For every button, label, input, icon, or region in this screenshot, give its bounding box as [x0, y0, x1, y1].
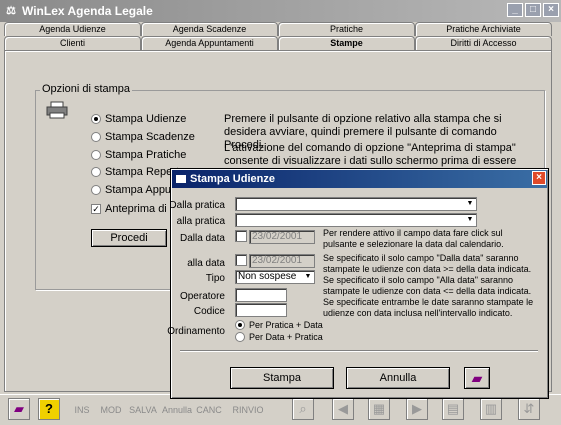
option-label: Stampa Udienze — [105, 113, 187, 125]
dalla-pratica-select[interactable]: ▼ — [235, 197, 477, 211]
annulla-button[interactable]: Annulla — [346, 367, 450, 389]
annulla-toolbar-button[interactable]: Annulla — [162, 400, 192, 420]
option-stampa-appuntamenti[interactable]: Stampa Appunt — [91, 184, 180, 196]
book-open-icon[interactable]: ▤ — [442, 398, 464, 420]
tab-agenda-appuntamenti[interactable]: Agenda Appuntamenti — [141, 36, 278, 50]
description-2: L'attivazione del comando di opzione "An… — [224, 142, 517, 167]
search-icon[interactable]: ⌕ — [292, 398, 314, 420]
chevron-down-icon: ▼ — [466, 216, 474, 223]
chevron-down-icon: ▼ — [466, 200, 474, 207]
close-button[interactable]: × — [543, 3, 559, 17]
option-stampa-pratiche[interactable]: Stampa Pratiche — [91, 149, 186, 161]
radio-icon — [235, 332, 245, 342]
dialog-titlebar: Stampa Udienze — [172, 170, 547, 188]
dalla-pratica-label: Dalla pratica — [169, 200, 225, 211]
alla-data-label: alla data — [187, 258, 225, 269]
tipo-select[interactable]: Non sospese ▼ — [235, 270, 315, 284]
option-label: Stampa Scadenze — [105, 131, 195, 143]
option-stampa-udienze[interactable]: Stampa Udienze — [91, 113, 186, 125]
book-icon: ▰ — [471, 370, 483, 386]
ins-button[interactable]: INS — [70, 400, 94, 420]
radio-icon — [91, 185, 101, 195]
radio-icon — [91, 132, 101, 142]
app-icon: ⚖ — [6, 5, 16, 17]
tab-agenda-udienze[interactable]: Agenda Udienze — [4, 22, 141, 36]
sort-icon[interactable]: ⇵ — [518, 398, 540, 420]
alla-data-field[interactable]: 23/02/2001 — [249, 254, 315, 268]
date-note: Per rendere attivo il campo data fare cl… — [323, 228, 504, 249]
calendar-icon[interactable]: ▦ — [368, 398, 390, 420]
ord-data-pratica[interactable]: Per Data + Pratica — [235, 332, 323, 342]
tab-pratiche[interactable]: Pratiche — [278, 22, 415, 36]
ord-label: Per Data + Pratica — [249, 332, 323, 342]
mod-button[interactable]: MOD — [98, 400, 124, 420]
codice-label: Codice — [193, 306, 225, 317]
operatore-input[interactable] — [235, 288, 287, 302]
book-icon[interactable]: ▰ — [8, 398, 30, 420]
dialog-title: Stampa Udienze — [190, 173, 275, 185]
ord-pratica-data[interactable]: Per Pratica + Data — [235, 320, 323, 330]
dalla-data-label: Dalla data — [179, 233, 225, 244]
printer-icon — [46, 101, 68, 119]
alla-data-checkbox[interactable] — [235, 254, 247, 266]
checkmark-icon: ✓ — [91, 204, 101, 214]
group-title: Opzioni di stampa — [40, 83, 133, 95]
tab-agenda-scadenze[interactable]: Agenda Scadenze — [141, 22, 278, 36]
alla-pratica-label: alla pratica — [176, 216, 225, 227]
help-book-button[interactable]: ▰ — [464, 367, 490, 389]
option-label: Stampa Appunt — [105, 184, 181, 196]
minimize-button[interactable]: _ — [507, 3, 523, 17]
canc-button[interactable]: CANC — [196, 400, 222, 420]
dialog-separator — [180, 350, 538, 352]
procedi-button[interactable]: Procedi — [91, 229, 167, 247]
ord-label: Per Pratica + Data — [249, 320, 323, 330]
calendar-31-icon[interactable]: ▥ — [480, 398, 502, 420]
radio-icon — [91, 150, 101, 160]
dalla-data-field[interactable]: 23/02/2001 — [249, 230, 315, 244]
radio-icon — [91, 114, 101, 124]
option-label: Stampa Pratiche — [105, 149, 187, 161]
app-title: WinLex Agenda Legale — [22, 4, 153, 18]
radio-icon — [235, 320, 245, 330]
arrow-left-icon[interactable]: ◀ — [332, 398, 354, 420]
operatore-label: Operatore — [179, 291, 225, 302]
app-titlebar: ⚖ WinLex Agenda Legale _ □ × — [0, 0, 561, 22]
help-icon[interactable]: ? — [38, 398, 60, 420]
tab-stampe[interactable]: Stampe — [278, 36, 415, 50]
codice-input[interactable] — [235, 303, 287, 317]
alla-pratica-select[interactable]: ▼ — [235, 213, 477, 227]
tipo-value: Non sospese — [238, 271, 297, 282]
dialog-close-button[interactable]: × — [532, 171, 546, 185]
salva-button[interactable]: SALVA — [128, 400, 158, 420]
window-icon — [176, 175, 186, 183]
maximize-button[interactable]: □ — [525, 3, 541, 17]
dalla-data-checkbox[interactable] — [235, 230, 247, 242]
radio-icon — [91, 167, 101, 177]
tab-clienti[interactable]: Clienti — [4, 36, 141, 50]
tab-diritti-accesso[interactable]: Diritti di Accesso — [415, 36, 552, 50]
tipo-label: Tipo — [205, 273, 225, 284]
stampa-button[interactable]: Stampa — [230, 367, 334, 389]
chevron-down-icon: ▼ — [304, 273, 312, 280]
tab-pratiche-archiviate[interactable]: Pratiche Archiviate — [415, 22, 552, 36]
option-stampa-scadenze[interactable]: Stampa Scadenze — [91, 131, 195, 143]
ordinamento-label: Ordinamento — [167, 326, 225, 337]
date-range-note: Se specificato il solo campo "Dalla data… — [323, 253, 534, 318]
arrow-right-icon[interactable]: ▶ — [406, 398, 428, 420]
rinvio-button[interactable]: RINVIO — [228, 400, 268, 420]
